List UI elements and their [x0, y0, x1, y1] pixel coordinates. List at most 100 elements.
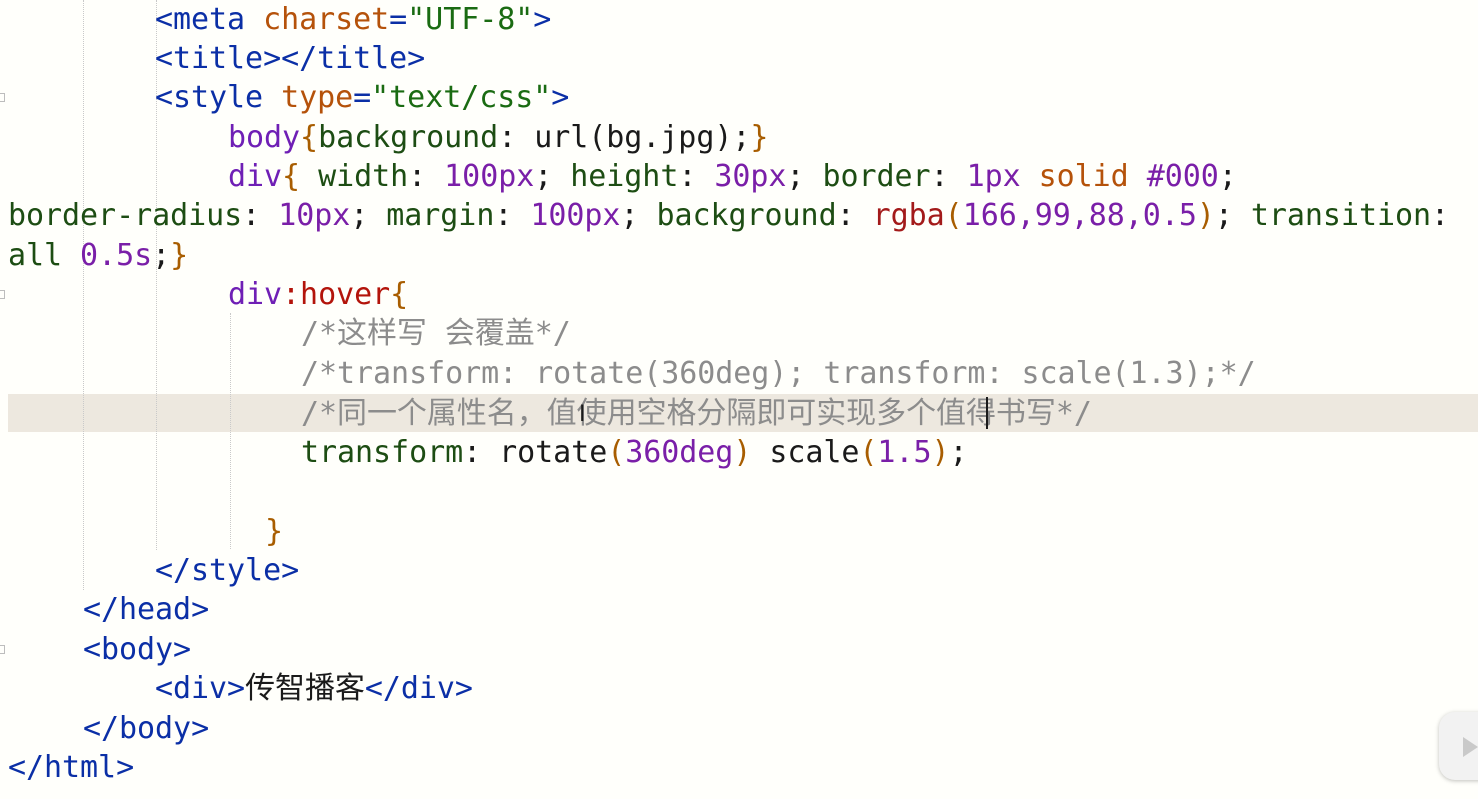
code-token: /*同一个属性名，值使用空格分隔即可实现多个值得书写*/	[301, 396, 1092, 431]
code-token: :	[930, 159, 967, 194]
code-token: >	[533, 2, 552, 37]
code-token: meta	[173, 2, 246, 37]
code-token: scale	[751, 435, 860, 470]
code-token: </body>	[83, 711, 210, 746]
code-line[interactable]: </html>	[8, 748, 134, 787]
code-token: 166,99,88,0.5	[962, 198, 1197, 233]
code-token: <	[155, 2, 174, 37]
code-line[interactable]: border-radius: 10px; margin: 100px; back…	[8, 196, 1449, 235]
code-token: transition	[1250, 198, 1432, 233]
code-token: :	[836, 198, 873, 233]
code-token: ;	[620, 198, 657, 233]
code-line[interactable]: transform: rotate(360deg) scale(1.5);	[301, 433, 968, 472]
code-token: 0.5s	[62, 238, 153, 273]
code-token: width	[300, 159, 409, 194]
code-token: :	[494, 198, 531, 233]
code-token: }	[265, 514, 284, 549]
code-token: 100px	[530, 198, 621, 233]
code-line[interactable]: body{background: url(bg.jpg);}	[228, 118, 768, 157]
code-token: :	[678, 159, 715, 194]
indent-guide	[83, 0, 84, 590]
code-token: solid	[1020, 159, 1129, 194]
fold-marker[interactable]	[0, 290, 5, 299]
code-token: {	[282, 159, 301, 194]
code-token: (	[607, 435, 626, 470]
code-token: </style>	[155, 553, 300, 588]
code-token: body	[228, 120, 301, 155]
code-line[interactable]: div{ width: 100px; height: 30px; border:…	[228, 157, 1237, 196]
code-token: 10px	[278, 198, 351, 233]
code-token: =	[353, 80, 372, 115]
code-line[interactable]: /*同一个属性名，值使用空格分隔即可实现多个值得书写*/	[301, 394, 1092, 433]
code-line[interactable]: <div>传智播客</div>	[155, 669, 473, 708]
code-token: )	[931, 435, 950, 470]
play-icon	[1463, 737, 1478, 757]
code-token: 传智播客	[245, 671, 365, 706]
code-line[interactable]: /*这样写 会覆盖*/	[301, 314, 571, 353]
code-line[interactable]: </head>	[83, 590, 209, 629]
code-line[interactable]: <meta charset="UTF-8">	[155, 0, 551, 39]
code-token: }	[750, 120, 769, 155]
code-token: rgba	[872, 198, 945, 233]
code-token: <body>	[83, 632, 192, 667]
code-token: ;	[1218, 159, 1237, 194]
code-token: /*transform: rotate(360deg); transform: …	[301, 356, 1256, 391]
code-token: background	[656, 198, 837, 233]
code-token: (	[944, 198, 963, 233]
code-token: :	[1431, 198, 1450, 233]
code-token: height	[570, 159, 679, 194]
code-token: :	[463, 435, 500, 470]
code-line[interactable]: <style type="text/css">	[155, 78, 569, 117]
fold-marker[interactable]	[0, 645, 5, 654]
code-line[interactable]: }	[265, 512, 283, 551]
code-token: ;	[786, 159, 823, 194]
code-token: 100px	[444, 159, 535, 194]
code-line[interactable]: </body>	[83, 709, 209, 748]
code-token: </html>	[8, 750, 135, 785]
video-overlay-button[interactable]	[1439, 712, 1478, 780]
code-token: all	[8, 238, 63, 273]
code-token: type	[263, 80, 354, 115]
code-line[interactable]: </style>	[155, 551, 299, 590]
code-token: ;	[1214, 198, 1251, 233]
code-token: <title></title>	[155, 41, 426, 76]
code-token: >	[551, 80, 570, 115]
code-token: :	[242, 198, 279, 233]
code-token: border-radius	[8, 198, 243, 233]
code-token: 1.5	[877, 435, 932, 470]
code-editor[interactable]: <meta charset="UTF-8"> <title></title> <st…	[0, 0, 1478, 799]
code-line[interactable]: <body>	[83, 630, 191, 669]
code-line[interactable]: div:hover{	[228, 275, 408, 314]
code-token: ;	[152, 238, 171, 273]
code-line[interactable]: /*transform: rotate(360deg); transform: …	[301, 354, 1256, 393]
ibeam-cursor-icon: I	[579, 402, 586, 427]
code-token: rotate	[499, 435, 608, 470]
code-line[interactable]: all 0.5s;}	[8, 236, 188, 275]
code-token: )	[733, 435, 752, 470]
code-token: :	[408, 159, 445, 194]
indent-guide	[230, 313, 231, 549]
code-token: div	[228, 277, 283, 312]
code-token: ;	[534, 159, 571, 194]
fold-marker[interactable]	[0, 93, 5, 102]
code-token: :hover	[282, 277, 391, 312]
code-token: url(bg.jpg);	[534, 120, 751, 155]
code-token: "text/css"	[371, 80, 552, 115]
code-token: </div>	[364, 671, 473, 706]
code-token: ;	[350, 198, 387, 233]
code-token: (	[859, 435, 878, 470]
code-token: "UTF-8"	[407, 2, 534, 37]
code-token: <div>	[155, 671, 246, 706]
code-token: =	[389, 2, 408, 37]
code-token: }	[170, 238, 189, 273]
code-token: <style	[155, 80, 264, 115]
code-token: #000	[1128, 159, 1219, 194]
code-line[interactable]: <title></title>	[155, 39, 425, 78]
code-token: transform	[301, 435, 464, 470]
code-token: div	[228, 159, 283, 194]
code-token: )	[1196, 198, 1215, 233]
code-token: {	[300, 120, 319, 155]
code-token: /*这样写 会覆盖*/	[301, 316, 571, 351]
code-token: 30px	[714, 159, 787, 194]
code-token: charset	[245, 2, 390, 37]
